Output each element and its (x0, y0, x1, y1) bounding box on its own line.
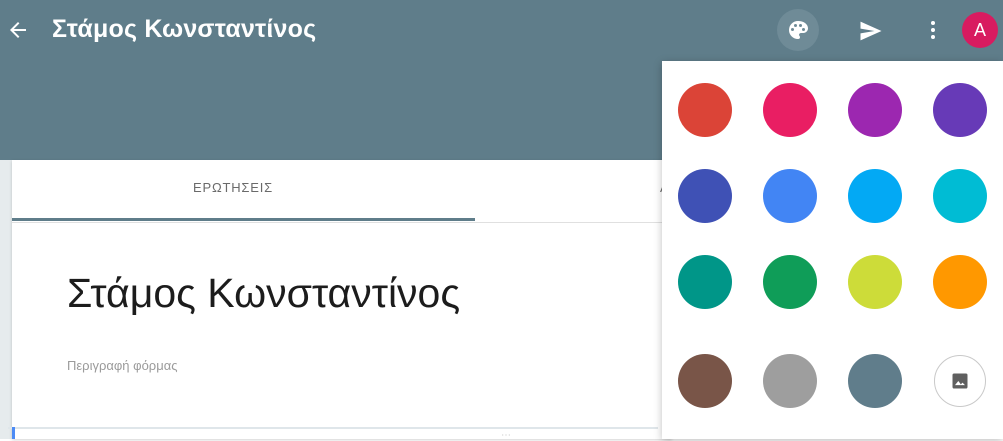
color-swatch-blue-grey[interactable] (848, 354, 902, 408)
color-swatch-red[interactable] (678, 83, 732, 137)
active-tab-indicator (12, 218, 475, 221)
app-title: Στάμος Κωνσταντίνος (52, 15, 317, 43)
color-swatch-lime[interactable] (848, 255, 902, 309)
color-swatch-indigo[interactable] (678, 169, 732, 223)
color-swatch-deep-purple[interactable] (933, 83, 987, 137)
more-button[interactable] (912, 9, 954, 51)
color-swatch-blue[interactable] (763, 169, 817, 223)
more-vert-icon (931, 21, 935, 39)
color-swatch-teal[interactable] (678, 255, 732, 309)
form-card: ΕΡΩΤΗΣΕΙΣ Α Στάμος Κωνσταντίνος Περιγραφ… (12, 160, 672, 439)
color-swatch-green[interactable] (763, 255, 817, 309)
color-swatch-purple[interactable] (848, 83, 902, 137)
form-title[interactable]: Στάμος Κωνσταντίνος (67, 270, 460, 317)
image-icon (952, 373, 968, 389)
send-button[interactable] (850, 9, 892, 51)
color-swatch-pink[interactable] (763, 83, 817, 137)
arrow-back-icon[interactable] (6, 18, 30, 42)
color-swatch-light-blue[interactable] (848, 169, 902, 223)
color-swatch-cyan[interactable] (933, 169, 987, 223)
palette-icon (789, 21, 808, 39)
tab-questions[interactable]: ΕΡΩΤΗΣΕΙΣ (193, 180, 273, 195)
form-description-field[interactable]: Περιγραφή φόρμας (67, 358, 177, 373)
color-swatch-grey[interactable] (763, 354, 817, 408)
theme-color-popup (662, 61, 1003, 439)
drag-handle-icon[interactable]: ⋯ (501, 430, 521, 441)
color-swatch-orange[interactable] (933, 255, 987, 309)
avatar[interactable]: A (962, 12, 998, 48)
send-icon (860, 21, 882, 41)
section-accent (12, 427, 15, 439)
tab-bar: ΕΡΩΤΗΣΕΙΣ Α (12, 160, 672, 223)
section-divider (8, 427, 658, 429)
palette-button[interactable] (777, 9, 819, 51)
custom-image-button[interactable] (934, 355, 986, 407)
color-swatch-brown[interactable] (678, 354, 732, 408)
